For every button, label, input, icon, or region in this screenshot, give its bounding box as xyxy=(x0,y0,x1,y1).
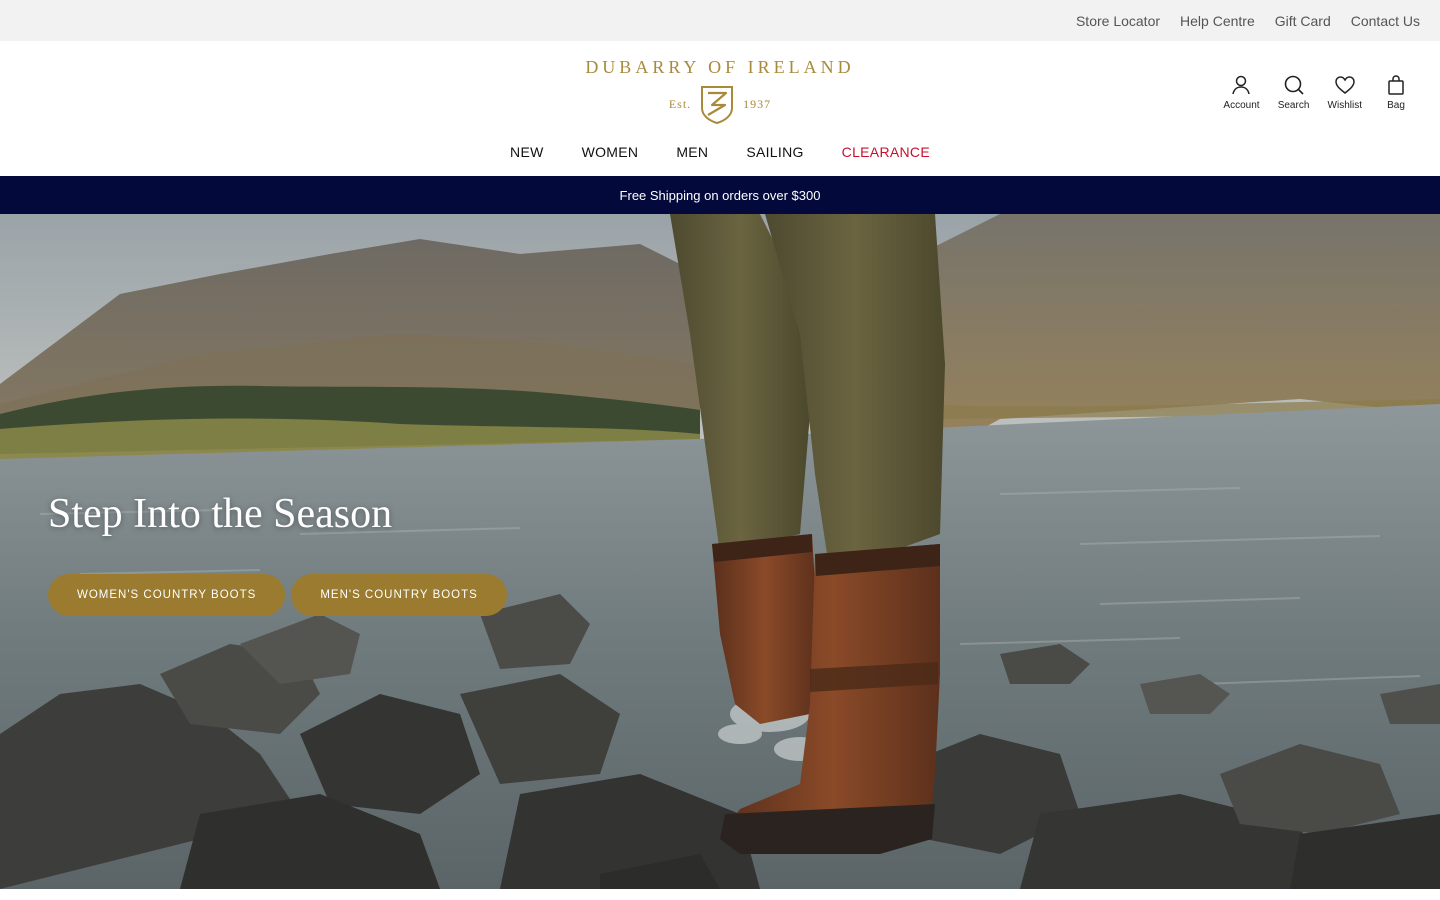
logo-year: 1937 xyxy=(743,96,772,111)
site-header: DUBARRY OF IRELAND Est. 1937 Account Sea… xyxy=(0,41,1440,177)
logo-wordmark: DUBARRY OF IRELAND xyxy=(585,57,855,77)
bag-icon xyxy=(1384,73,1408,97)
promo-text: Free Shipping on orders over $300 xyxy=(619,187,821,203)
crest-icon xyxy=(699,84,735,125)
user-icon xyxy=(1229,73,1253,97)
nav-new[interactable]: NEW xyxy=(510,144,544,160)
wishlist-label: Wishlist xyxy=(1327,100,1362,111)
account-label: Account xyxy=(1223,100,1260,111)
utility-bar: Store Locator Help Centre Gift Card Cont… xyxy=(0,0,1440,41)
nav-men[interactable]: MEN xyxy=(676,144,708,160)
account-button[interactable]: Account xyxy=(1223,73,1260,111)
search-label: Search xyxy=(1277,100,1310,111)
bag-button[interactable]: Bag xyxy=(1380,73,1412,111)
wishlist-button[interactable]: Wishlist xyxy=(1328,73,1362,111)
bag-label: Bag xyxy=(1387,100,1405,111)
nav-women[interactable]: WOMEN xyxy=(582,144,639,160)
logo-est: Est. xyxy=(668,96,692,111)
hero-title: Step Into the Season xyxy=(48,491,393,537)
logo-est-row: Est. 1937 xyxy=(520,83,920,125)
store-locator-link[interactable]: Store Locator xyxy=(1076,13,1160,29)
mens-country-boots-button[interactable]: MEN'S COUNTRY BOOTS xyxy=(291,574,507,616)
search-button[interactable]: Search xyxy=(1278,73,1310,111)
help-centre-link[interactable]: Help Centre xyxy=(1180,13,1255,29)
gift-card-link[interactable]: Gift Card xyxy=(1275,13,1331,29)
nav-sailing[interactable]: SAILING xyxy=(746,144,803,160)
hero-image xyxy=(0,214,1440,889)
nav-clearance[interactable]: CLEARANCE xyxy=(842,144,930,160)
hero-banner: Step Into the Season WOMEN'S COUNTRY BOO… xyxy=(0,214,1440,889)
brand-logo[interactable]: DUBARRY OF IRELAND Est. 1937 xyxy=(520,55,920,129)
contact-us-link[interactable]: Contact Us xyxy=(1351,13,1420,29)
search-icon xyxy=(1282,73,1306,97)
main-nav: NEW WOMEN MEN SAILING CLEARANCE xyxy=(0,137,1440,167)
hero-buttons: WOMEN'S COUNTRY BOOTS MEN'S COUNTRY BOOT… xyxy=(48,574,507,616)
heart-icon xyxy=(1333,73,1357,97)
promo-banner: Free Shipping on orders over $300 xyxy=(0,176,1440,214)
utility-links: Store Locator Help Centre Gift Card Cont… xyxy=(1076,0,1420,41)
page-content-start xyxy=(0,889,1440,900)
header-icons: Account Search Wishlist Bag xyxy=(1223,73,1412,113)
womens-country-boots-button[interactable]: WOMEN'S COUNTRY BOOTS xyxy=(48,574,286,616)
